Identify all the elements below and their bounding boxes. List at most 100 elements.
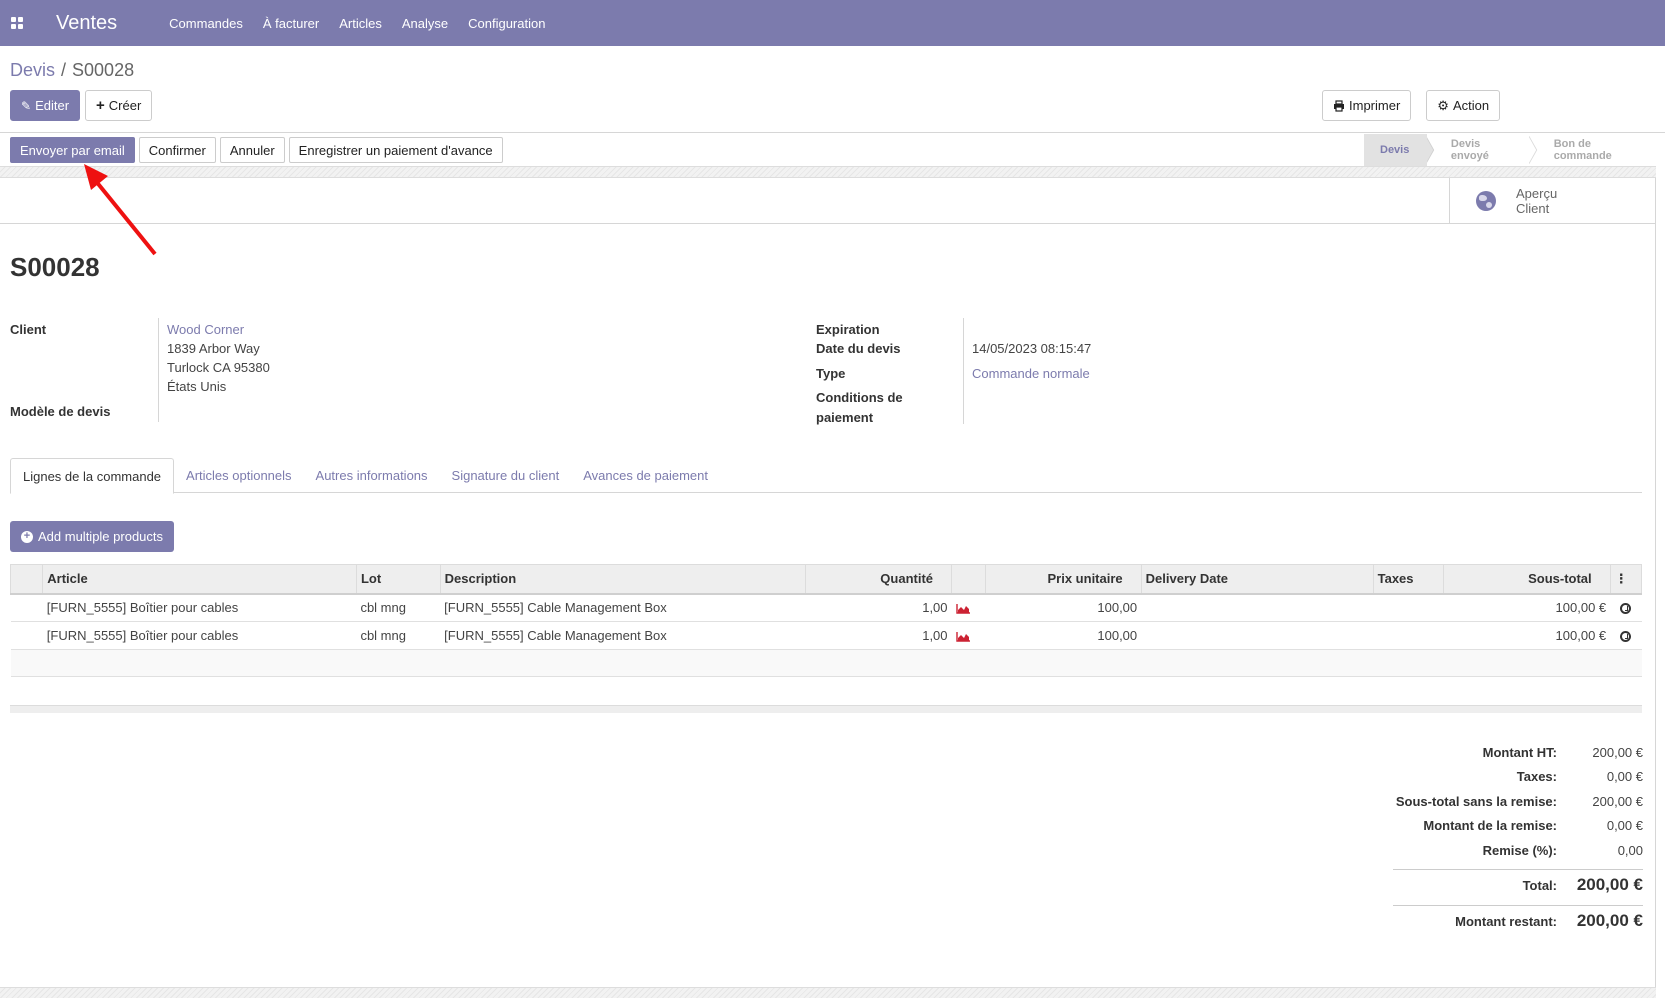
total-row-discount-percent: Remise (%): 0,00: [1393, 838, 1643, 863]
tab-customer-signature[interactable]: Signature du client: [440, 458, 572, 493]
customer-preview-label: Aperçu Client: [1516, 186, 1557, 216]
total-row-subtotal-no-discount: Sous-total sans la remise: 200,00 €: [1393, 789, 1643, 814]
row-unit-price: 100,00: [985, 621, 1142, 650]
type-value-link[interactable]: Commande normale: [972, 366, 1090, 381]
stage-chevron-icon: [1426, 136, 1435, 164]
type-label: Type: [816, 366, 846, 381]
row-quantity: 1,00: [805, 621, 952, 650]
breadcrumb: Devis / S00028: [10, 60, 134, 81]
create-button-label: Créer: [108, 98, 142, 113]
row-lot: cbl mng: [356, 621, 441, 650]
pencil-icon: ✎: [21, 98, 32, 113]
print-button[interactable]: Imprimer: [1322, 90, 1412, 121]
row-lot: cbl mng: [356, 593, 441, 622]
total-row-amount-due: Montant restant: 200,00 €: [1393, 904, 1643, 935]
optional-columns-icon[interactable]: ⋮: [1609, 564, 1643, 595]
total-row-discount-amount: Montant de la remise: 0,00 €: [1393, 814, 1643, 839]
row-clock-cell: [1610, 593, 1642, 622]
header-actions: Envoyer par email Confirmer Annuler Enre…: [10, 137, 503, 163]
row-taxes: [1373, 593, 1444, 622]
quote-date-label: Date du devis: [816, 341, 901, 356]
header-delivery-date[interactable]: Delivery Date: [1140, 564, 1374, 595]
printer-icon: [1334, 99, 1344, 112]
header-lot[interactable]: Lot: [355, 564, 441, 595]
action-button[interactable]: ⚙ Action: [1426, 90, 1501, 121]
tab-down-payments[interactable]: Avances de paiement: [571, 458, 720, 493]
total-value: 200,00 €: [1576, 875, 1643, 894]
area-chart-icon[interactable]: [955, 631, 970, 642]
total-label: Taxes:: [1516, 769, 1557, 785]
row-taxes: [1373, 621, 1444, 650]
cancel-button[interactable]: Annuler: [219, 137, 285, 163]
menu-item-a-facturer[interactable]: À facturer: [253, 16, 329, 31]
add-multiple-products-label: Add multiple products: [38, 529, 164, 544]
stage-devis-envoye[interactable]: Devis envoyé: [1435, 134, 1529, 166]
breadcrumb-devis-link[interactable]: Devis: [10, 60, 55, 80]
sheet-bottom-hatch: [0, 987, 1656, 998]
menu-item-configuration[interactable]: Configuration: [458, 16, 555, 31]
customer-preview-button[interactable]: Aperçu Client: [1449, 178, 1656, 224]
total-value: 200,00 €: [1576, 911, 1643, 930]
send-by-email-button[interactable]: Envoyer par email: [10, 137, 135, 163]
app-title[interactable]: Ventes: [56, 12, 117, 35]
client-address-line2: Turlock CA 95380: [167, 360, 270, 375]
stage-chevron-icon: [1529, 136, 1538, 164]
menu-item-articles[interactable]: Articles: [329, 16, 392, 31]
create-button[interactable]: + Créer: [85, 90, 153, 121]
breadcrumb-separator: /: [61, 60, 67, 80]
confirm-button[interactable]: Confirmer: [138, 137, 216, 163]
plus-icon: +: [96, 97, 105, 114]
total-row-total: Total: 200,00 €: [1393, 868, 1643, 899]
row-delivery-date: [1141, 593, 1374, 622]
table-header-row: Article Lot Description Quantité Prix un…: [9, 564, 1643, 595]
control-panel-left: ✎ Editer + Créer: [10, 90, 153, 121]
total-value: 200,00 €: [1592, 744, 1643, 760]
row-quantity: 1,00: [805, 593, 952, 622]
menu-item-commandes[interactable]: Commandes: [159, 16, 253, 31]
apps-menu-icon[interactable]: [0, 0, 34, 46]
header-description[interactable]: Description: [439, 564, 806, 595]
row-description: [FURN_5555] Cable Management Box: [440, 621, 806, 650]
header-handle: [9, 564, 44, 595]
total-value: 200,00 €: [1592, 793, 1643, 809]
area-chart-icon[interactable]: [955, 603, 970, 614]
table-row[interactable]: [FURN_5555] Boîtier pour cables cbl mng …: [10, 621, 1642, 650]
client-label: Client: [10, 322, 47, 337]
row-description: [FURN_5555] Cable Management Box: [440, 593, 806, 622]
row-delivery-date: [1141, 621, 1374, 650]
register-down-payment-button[interactable]: Enregistrer un paiement d'avance: [288, 137, 503, 163]
stage-devis[interactable]: Devis: [1364, 134, 1428, 166]
clock-icon[interactable]: [1620, 631, 1632, 643]
total-label: Montant restant:: [1455, 913, 1557, 929]
header-forecast: [951, 564, 987, 595]
header-unit-price[interactable]: Prix unitaire: [985, 564, 1142, 595]
total-value: 0,00 €: [1606, 818, 1643, 834]
stage-bon-de-commande[interactable]: Bon de commande: [1538, 134, 1656, 166]
header-taxes[interactable]: Taxes: [1372, 564, 1445, 595]
customer-preview-label-line1: Aperçu: [1516, 186, 1558, 201]
row-subtotal: 100,00 €: [1443, 593, 1611, 622]
header-article[interactable]: Article: [42, 564, 357, 595]
header-subtotal[interactable]: Sous-total: [1443, 564, 1611, 595]
control-panel-right: Imprimer ⚙ Action: [1322, 90, 1501, 121]
client-name-link[interactable]: Wood Corner: [167, 322, 244, 337]
action-button-label: Action: [1452, 98, 1490, 113]
left-group-divider: [158, 318, 159, 422]
table-row[interactable]: [FURN_5555] Boîtier pour cables cbl mng …: [10, 593, 1642, 622]
globe-icon: [1476, 191, 1496, 211]
total-row-taxes: Taxes: 0,00 €: [1393, 765, 1643, 790]
payment-terms-label-line1: Conditions de: [816, 390, 903, 405]
quote-template-label: Modèle de devis: [10, 404, 111, 419]
edit-button[interactable]: ✎ Editer: [10, 90, 81, 121]
total-row-untaxed: Montant HT: 200,00 €: [1393, 740, 1643, 765]
top-navbar: Ventes Commandes À facturer Articles Ana…: [0, 0, 1665, 46]
tab-optional-products[interactable]: Articles optionnels: [174, 458, 304, 493]
add-multiple-products-button[interactable]: + Add multiple products: [10, 521, 175, 552]
empty-row: [10, 649, 1642, 677]
clock-icon[interactable]: [1620, 603, 1632, 615]
menu-item-analyse[interactable]: Analyse: [392, 16, 458, 31]
tab-other-info[interactable]: Autres informations: [304, 458, 440, 493]
header-quantity[interactable]: Quantité: [804, 564, 953, 595]
tab-order-lines[interactable]: Lignes de la commande: [10, 458, 175, 494]
row-article: [FURN_5555] Boîtier pour cables: [42, 621, 357, 650]
